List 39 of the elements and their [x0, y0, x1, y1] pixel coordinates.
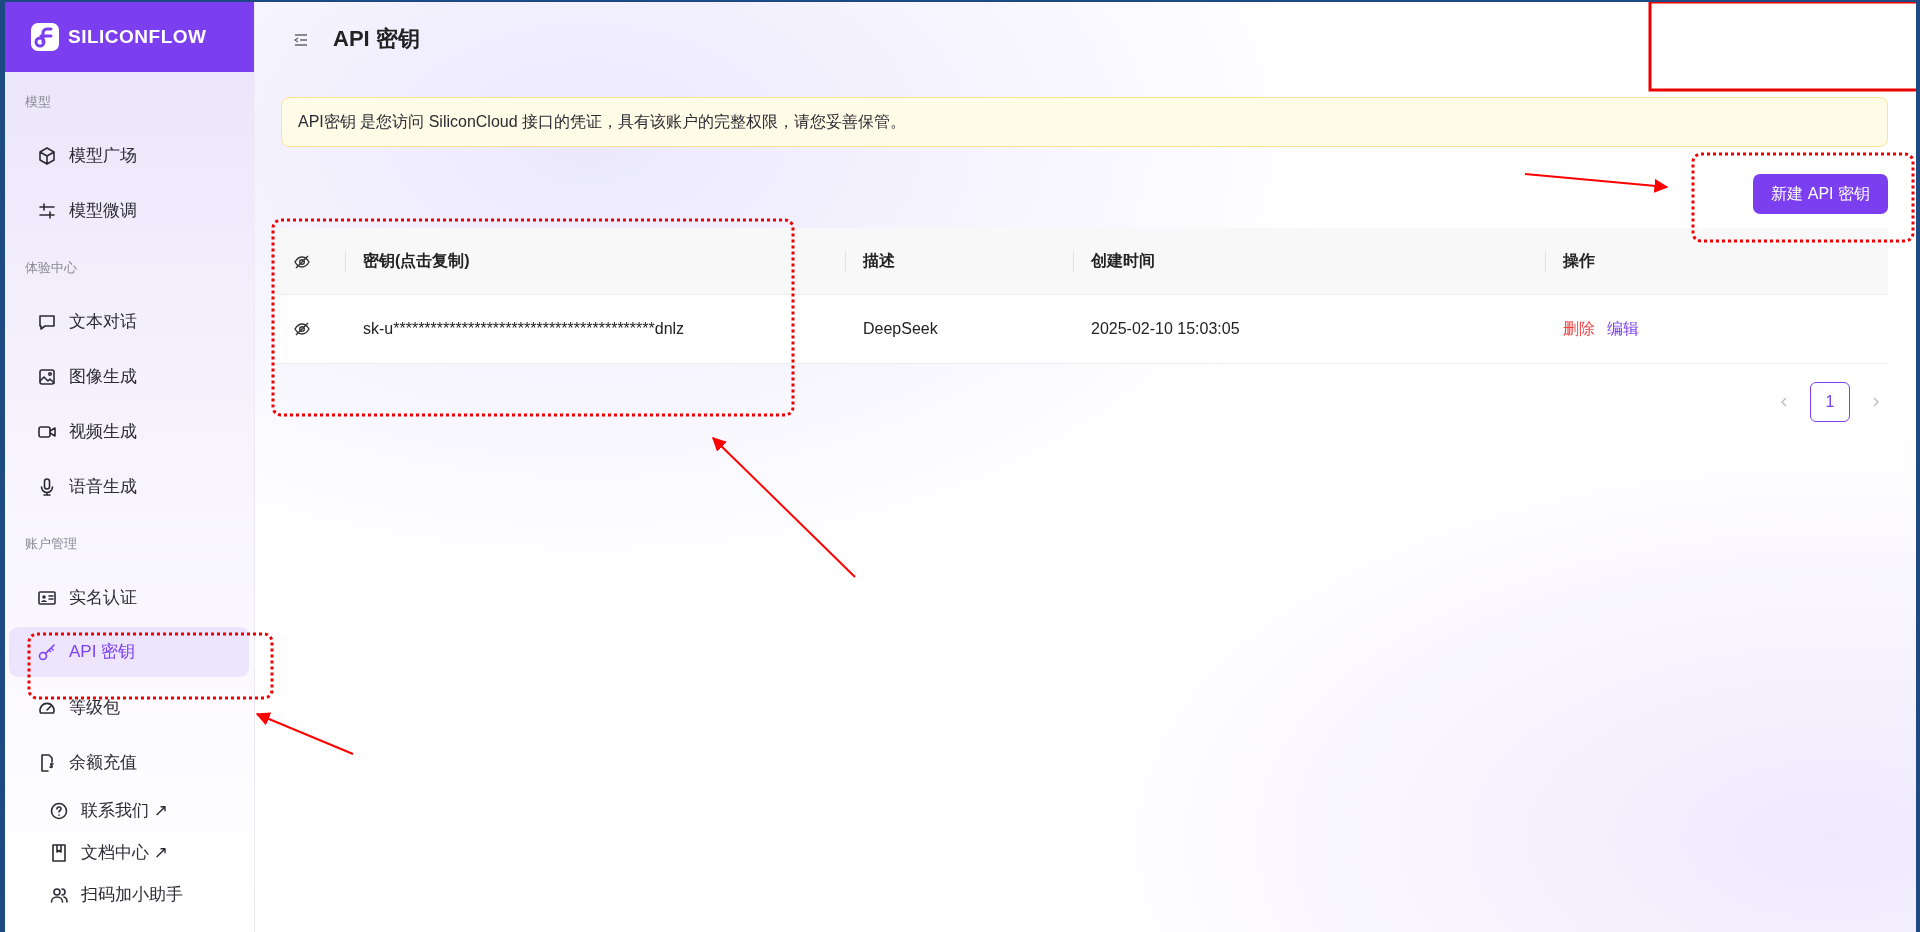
- description-text: DeepSeek: [863, 319, 938, 337]
- image-icon: [37, 366, 57, 387]
- book-icon: [49, 843, 69, 863]
- column-header: 密钥(点击复制): [363, 251, 470, 269]
- sliders-icon: [37, 200, 57, 221]
- sidebar-link[interactable]: 扫码加小助手: [5, 874, 254, 916]
- sidebar-item[interactable]: 模型广场: [9, 128, 249, 183]
- key-icon: [37, 642, 57, 662]
- column-header: 操作: [1563, 251, 1595, 269]
- api-key-text: sk-u******************************************dnlz: [363, 319, 685, 337]
- new-key-button[interactable]: 新建 API 密钥: [1753, 174, 1888, 214]
- section-title: 模型: [24, 93, 52, 111]
- page-button[interactable]: 1: [1810, 381, 1850, 422]
- logo-text: SILICONFLOW: [68, 24, 207, 49]
- cube-icon: [37, 145, 57, 166]
- edit-link[interactable]: 编辑: [1607, 316, 1639, 341]
- collapse-icon: [293, 31, 309, 48]
- sidebar-item[interactable]: 文本对话: [9, 294, 249, 349]
- sidebar-item[interactable]: API 密钥: [9, 627, 249, 677]
- column-header: 描述: [863, 251, 895, 269]
- sidebar-item[interactable]: 余额充值: [9, 735, 249, 790]
- sidebar-item[interactable]: 视频生成: [9, 404, 249, 459]
- sidebar-link[interactable]: 联系我们 ↗: [5, 790, 254, 832]
- sidebar-item[interactable]: 实名认证: [9, 570, 249, 625]
- sidebar-item[interactable]: 模型微调: [9, 183, 249, 238]
- info-alert: API密钥 是您访问 SiliconCloud 接口的凭证，具有该账户的完整权限，请您妥善保管。: [281, 97, 1888, 147]
- logo-icon: [30, 22, 60, 52]
- page-title: API 密钥: [333, 26, 420, 53]
- column-header: 创建时间: [1091, 251, 1155, 269]
- sidebar-item[interactable]: 语音生成: [9, 459, 249, 514]
- delete-link[interactable]: 删除: [1563, 316, 1595, 341]
- users-icon: [49, 885, 69, 905]
- section-title: 账户管理: [24, 535, 78, 553]
- help-icon: [49, 801, 69, 821]
- sidebar-item[interactable]: 图像生成: [9, 349, 249, 404]
- section-title: 体验中心: [24, 259, 78, 277]
- sidebar-link[interactable]: 文档中心 ↗: [5, 832, 254, 874]
- sidebar-item[interactable]: 等级包: [9, 680, 249, 735]
- created-time-text: 2025-02-10 15:03:05: [1091, 319, 1240, 337]
